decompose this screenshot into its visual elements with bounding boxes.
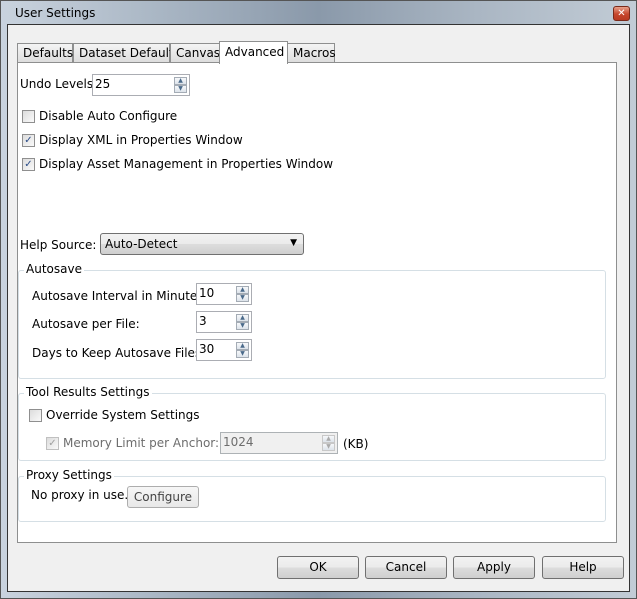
check-icon: ✓ <box>24 135 33 146</box>
apply-button[interactable]: Apply <box>453 556 535 579</box>
tool-results-group-title: Tool Results Settings <box>24 385 152 399</box>
spin-down-icon[interactable]: ▼ <box>322 443 335 451</box>
tab-advanced[interactable]: Advanced <box>219 41 288 64</box>
tab-dataset-defaults[interactable]: Dataset Defaults <box>73 43 180 63</box>
spin-up-icon[interactable]: ▲ <box>236 314 249 322</box>
proxy-group-title: Proxy Settings <box>24 468 114 482</box>
display-xml-label[interactable]: Display XML in Properties Window <box>39 133 243 147</box>
spin-down-icon[interactable]: ▼ <box>236 322 249 330</box>
autosave-per-file-label: Autosave per File: <box>32 317 140 331</box>
autosave-interval-spinner[interactable]: 10 ▲ ▼ <box>196 283 252 305</box>
memory-limit-label: Memory Limit per Anchor: <box>63 436 220 450</box>
days-to-keep-spinner[interactable]: 30 ▲ ▼ <box>196 339 252 361</box>
disable-auto-configure-label[interactable]: Disable Auto Configure <box>39 109 177 123</box>
override-system-settings-label[interactable]: Override System Settings <box>46 408 200 422</box>
user-settings-dialog: User Settings ✕ Defaults Dataset Default… <box>0 0 637 599</box>
spin-down-icon[interactable]: ▼ <box>236 294 249 302</box>
title-bar[interactable]: User Settings ✕ <box>1 1 636 25</box>
ok-button[interactable]: OK <box>277 556 359 579</box>
help-source-dropdown[interactable]: Auto-Detect ▼ <box>100 233 304 255</box>
spin-down-icon[interactable]: ▼ <box>174 85 187 93</box>
cancel-button[interactable]: Cancel <box>365 556 447 579</box>
autosave-interval-value: 10 <box>199 286 215 300</box>
advanced-panel: Undo Levels: 25 ▲ ▼ Disable Auto Configu… <box>17 62 617 543</box>
display-asset-management-label[interactable]: Display Asset Management in Properties W… <box>39 157 333 171</box>
autosave-per-file-spinner[interactable]: 3 ▲ ▼ <box>196 311 252 333</box>
memory-limit-value: 1024 <box>223 435 254 449</box>
undo-levels-label: Undo Levels: <box>20 77 98 91</box>
close-icon: ✕ <box>617 8 626 19</box>
display-asset-management-checkbox[interactable]: ✓ <box>22 158 35 171</box>
help-button[interactable]: Help <box>542 556 624 579</box>
spin-up-icon[interactable]: ▲ <box>236 342 249 350</box>
check-icon: ✓ <box>24 159 33 170</box>
memory-limit-unit: (KB) <box>343 437 369 451</box>
help-source-value: Auto-Detect <box>105 237 178 251</box>
spin-up-icon[interactable]: ▲ <box>174 77 187 85</box>
check-icon: ✓ <box>48 438 57 449</box>
autosave-group-title: Autosave <box>24 262 84 276</box>
memory-limit-spinner[interactable]: 1024 ▲ ▼ <box>220 432 338 454</box>
dialog-client-area: Defaults Dataset Defaults Canvas Advance… <box>7 24 630 592</box>
tab-macros[interactable]: Macros <box>287 43 336 63</box>
configure-proxy-button[interactable]: Configure <box>127 486 199 508</box>
spin-up-icon[interactable]: ▲ <box>322 435 335 443</box>
chevron-down-icon: ▼ <box>290 238 297 248</box>
undo-levels-value: 25 <box>95 77 111 91</box>
autosave-per-file-value: 3 <box>199 314 207 328</box>
spin-down-icon[interactable]: ▼ <box>236 350 249 358</box>
memory-limit-checkbox[interactable]: ✓ <box>46 437 59 450</box>
display-xml-checkbox[interactable]: ✓ <box>22 134 35 147</box>
undo-levels-spinner[interactable]: 25 ▲ ▼ <box>92 74 190 96</box>
proxy-status: No proxy in use. <box>31 488 129 502</box>
days-to-keep-value: 30 <box>199 342 215 356</box>
tab-defaults[interactable]: Defaults <box>17 43 73 63</box>
disable-auto-configure-checkbox[interactable] <box>22 110 35 123</box>
spin-up-icon[interactable]: ▲ <box>236 286 249 294</box>
autosave-interval-label: Autosave Interval in Minutes: <box>32 289 208 303</box>
override-system-settings-checkbox[interactable] <box>29 409 42 422</box>
days-to-keep-label: Days to Keep Autosave Files: <box>32 346 206 360</box>
help-source-label: Help Source: <box>20 238 97 252</box>
tab-canvas[interactable]: Canvas <box>170 43 220 63</box>
close-button[interactable]: ✕ <box>613 6 630 21</box>
window-title: User Settings <box>15 6 96 20</box>
